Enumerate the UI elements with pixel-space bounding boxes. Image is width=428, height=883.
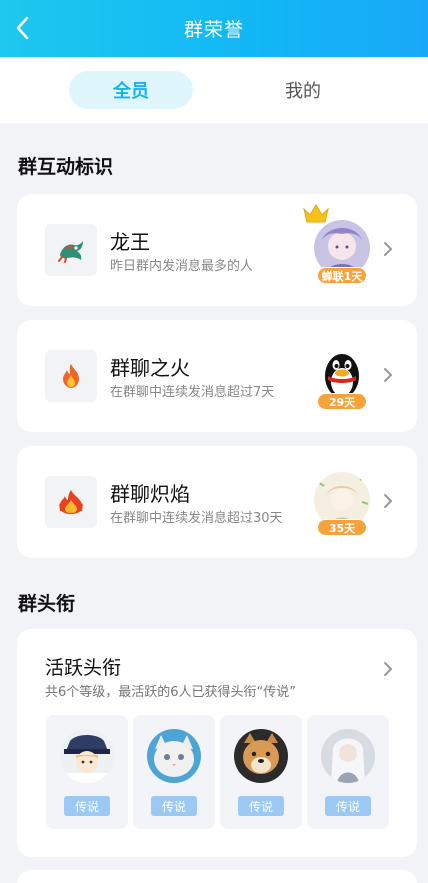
member-tile[interactable]: 传说 xyxy=(46,715,128,829)
chevron-left-icon xyxy=(16,16,29,40)
tab-all[interactable]: 全员 xyxy=(69,71,193,109)
avatar xyxy=(321,729,375,783)
avatar xyxy=(147,729,201,783)
honor-card-dragon-king[interactable]: 龙王 昨日群内发消息最多的人 蝉联1天 xyxy=(17,194,417,306)
chevron-right-icon xyxy=(384,368,392,382)
status-badge: 35天 xyxy=(317,519,367,536)
honor-name: 群聊之火 xyxy=(110,356,190,380)
title-name: 活跃头衔 xyxy=(45,657,122,679)
member-tile[interactable]: 传说 xyxy=(307,715,389,829)
status-badge: 蝉联1天 xyxy=(317,267,367,284)
title-desc: 共6个等级，最活跃的6人已获得头衔“传说” xyxy=(45,685,297,700)
title-badge: 传说 xyxy=(325,796,371,816)
title-badge: 传说 xyxy=(64,796,110,816)
member-tile[interactable]: 传说 xyxy=(133,715,215,829)
dragon-icon xyxy=(45,224,97,276)
chevron-right-icon xyxy=(384,494,392,508)
section-title-interaction: 群互动标识 xyxy=(18,156,114,178)
title-badge: 传说 xyxy=(238,796,284,816)
back-button[interactable] xyxy=(6,12,38,44)
avatar xyxy=(60,729,114,783)
honor-card-chat-blaze[interactable]: 群聊炽焰 在群聊中连续发消息超过30天 35天 xyxy=(17,446,417,558)
member-tile[interactable]: 传说 xyxy=(220,715,302,829)
active-title-card[interactable]: 活跃头衔 共6个等级，最活跃的6人已获得头衔“传说” 传说 传说 传说 传说 xyxy=(17,629,417,857)
avatar xyxy=(234,729,288,783)
page-title: 群荣誉 xyxy=(183,19,244,41)
fire-icon xyxy=(45,350,97,402)
honor-card-chat-fire[interactable]: 群聊之火 在群聊中连续发消息超过7天 29天 xyxy=(17,320,417,432)
app-header: 群荣誉 xyxy=(0,0,428,57)
section-title-group-title: 群头衔 xyxy=(18,593,76,615)
flame-icon xyxy=(45,476,97,528)
honor-desc: 在群聊中连续发消息超过30天 xyxy=(110,511,283,526)
member-avatar-group[interactable]: 29天 xyxy=(314,346,370,410)
honor-desc: 在群聊中连续发消息超过7天 xyxy=(110,385,275,400)
honor-desc: 昨日群内发消息最多的人 xyxy=(110,259,254,274)
status-badge: 29天 xyxy=(317,393,367,410)
next-card xyxy=(17,870,417,883)
chevron-right-icon xyxy=(384,242,392,256)
honor-name: 龙王 xyxy=(110,230,150,254)
tab-mine[interactable]: 我的 xyxy=(241,71,365,109)
title-badge: 传说 xyxy=(151,796,197,816)
member-avatar-group[interactable]: 35天 xyxy=(314,472,370,536)
chevron-right-icon xyxy=(384,662,392,676)
member-avatar-group[interactable]: 蝉联1天 xyxy=(314,220,370,284)
honor-name: 群聊炽焰 xyxy=(110,482,190,506)
tab-bar: 全员 我的 xyxy=(0,57,428,123)
